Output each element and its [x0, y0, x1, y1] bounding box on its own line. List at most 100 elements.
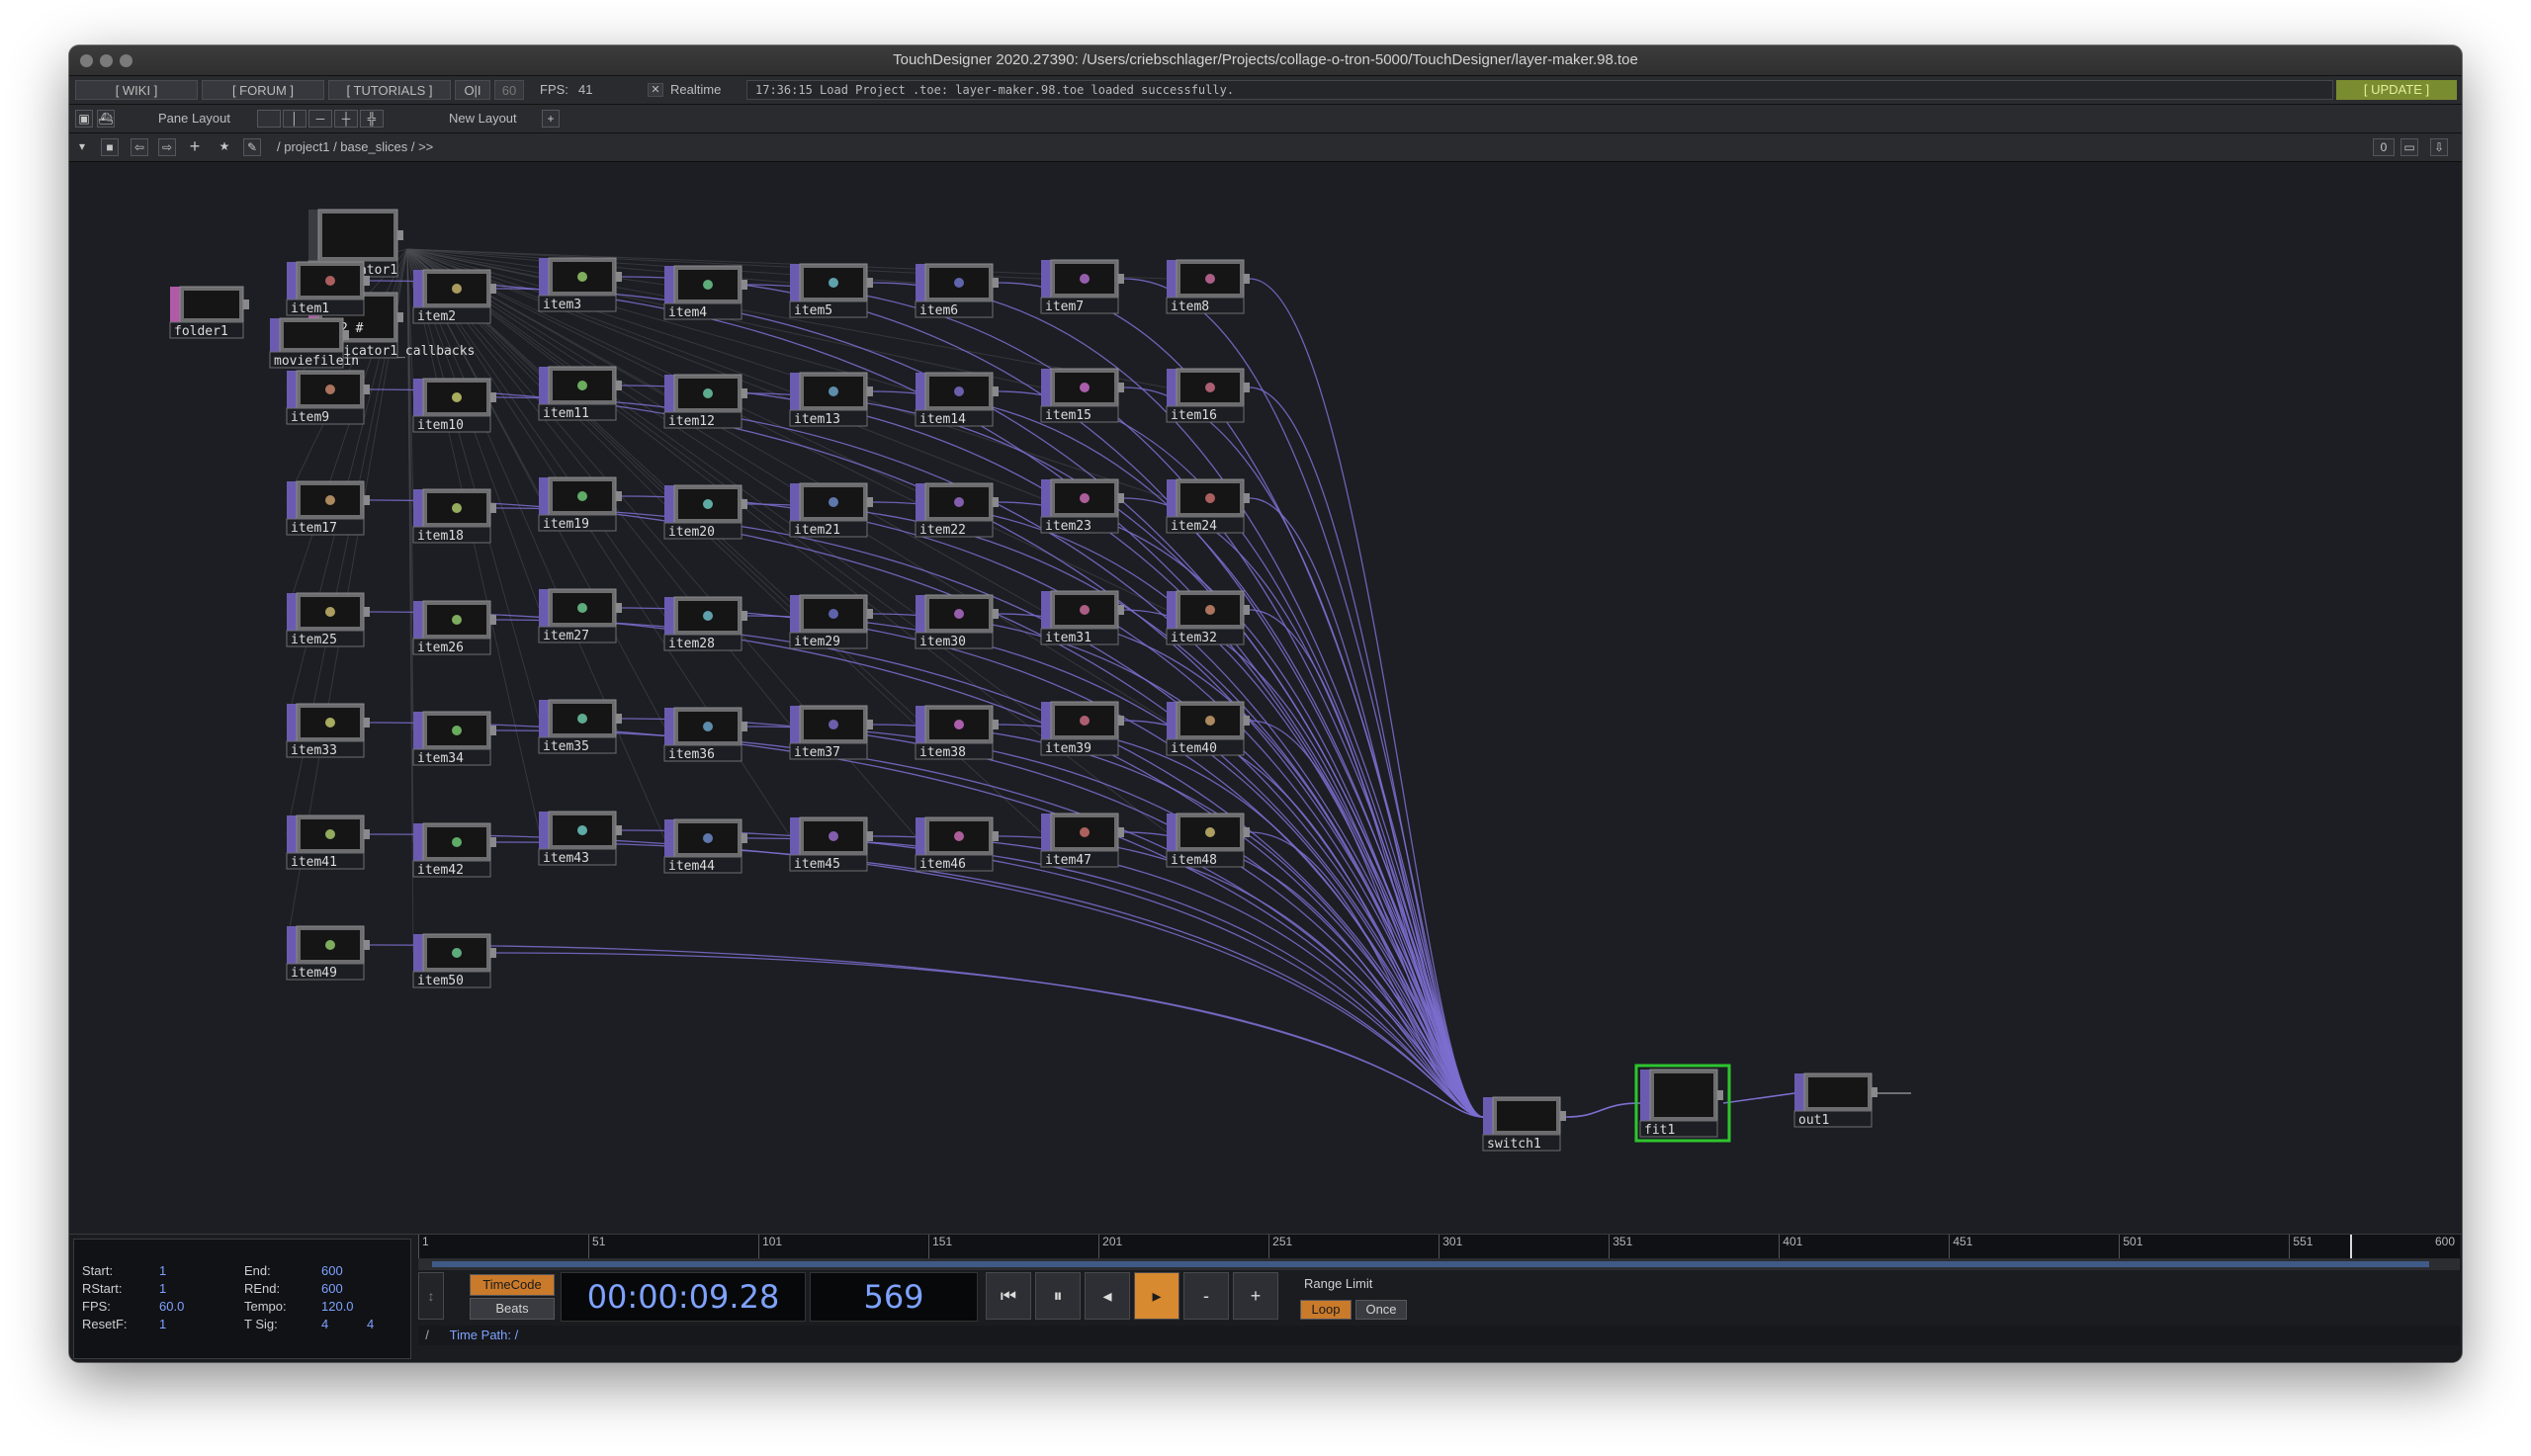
- item-node-output-connector[interactable]: [490, 284, 496, 294]
- item-node[interactable]: item22: [915, 482, 999, 538]
- item-node-output-connector[interactable]: [867, 278, 873, 288]
- item-node-output-connector[interactable]: [742, 280, 747, 290]
- item-node[interactable]: item6: [915, 263, 999, 318]
- item-node[interactable]: item26: [412, 600, 496, 655]
- realtime-checkbox[interactable]: ✕: [648, 83, 663, 97]
- item-node[interactable]: item31: [1040, 590, 1124, 645]
- item-node[interactable]: item37: [789, 705, 873, 760]
- item-node-output-connector[interactable]: [490, 615, 496, 625]
- fit-node[interactable]: fit1: [1634, 1064, 1731, 1143]
- item-node-output-connector[interactable]: [867, 831, 873, 841]
- download-icon[interactable]: ⇩: [2430, 138, 2448, 156]
- folder-node[interactable]: folder1: [169, 286, 249, 339]
- item-node[interactable]: item35: [538, 699, 622, 754]
- timeline-scrollbar[interactable]: [418, 1258, 2460, 1270]
- item-node[interactable]: item11: [538, 366, 622, 421]
- item-node[interactable]: item12: [663, 374, 747, 429]
- item-node-output-connector[interactable]: [490, 948, 496, 958]
- item-node-output-connector[interactable]: [616, 603, 622, 613]
- layout-quad-icon[interactable]: ╬: [360, 110, 384, 128]
- item-node[interactable]: item27: [538, 588, 622, 643]
- item-node-output-connector[interactable]: [742, 388, 747, 398]
- item-node-output-connector[interactable]: [1118, 605, 1124, 615]
- timeline-ruler[interactable]: 1 51 101 151 201 251 301 351 401 451 501 551 600: [418, 1235, 2460, 1259]
- chevron-down-icon[interactable]: ▾: [73, 138, 91, 156]
- layout-split-vertical-icon[interactable]: │: [283, 110, 306, 128]
- item-node-output-connector[interactable]: [993, 831, 999, 841]
- item-node-output-connector[interactable]: [364, 607, 370, 617]
- item-node-output-connector[interactable]: [616, 491, 622, 501]
- loop-button[interactable]: Loop: [1300, 1300, 1352, 1320]
- item-node[interactable]: item17: [286, 480, 370, 536]
- frame-display[interactable]: 569: [810, 1272, 978, 1322]
- star-icon[interactable]: ★: [216, 138, 233, 156]
- item-node[interactable]: item16: [1166, 368, 1250, 423]
- item-node[interactable]: item36: [663, 707, 747, 762]
- item-node-output-connector[interactable]: [867, 386, 873, 396]
- item-node-output-connector[interactable]: [490, 726, 496, 735]
- moviefilein-node-output-connector[interactable]: [343, 330, 349, 340]
- counter-field[interactable]: 0: [2373, 138, 2395, 156]
- oi-button[interactable]: O|I: [455, 80, 490, 100]
- switch-node[interactable]: switch1: [1482, 1096, 1566, 1152]
- item-node[interactable]: item2: [412, 269, 496, 324]
- item-node[interactable]: item7: [1040, 259, 1124, 314]
- item-node[interactable]: item40: [1166, 701, 1250, 756]
- item-node-output-connector[interactable]: [993, 497, 999, 507]
- item-node[interactable]: item49: [286, 925, 370, 981]
- item-node[interactable]: item46: [915, 816, 999, 872]
- item-node-output-connector[interactable]: [1118, 493, 1124, 503]
- item-node-output-connector[interactable]: [490, 837, 496, 847]
- item-node[interactable]: item3: [538, 257, 622, 312]
- item-node[interactable]: item34: [412, 711, 496, 766]
- item-node[interactable]: item42: [412, 822, 496, 878]
- item-node[interactable]: item15: [1040, 368, 1124, 423]
- item-node[interactable]: item50: [412, 933, 496, 988]
- play-forward-button[interactable]: ▸: [1134, 1272, 1179, 1320]
- fps-setting-value[interactable]: 60.0: [159, 1299, 184, 1314]
- item-node-output-connector[interactable]: [1118, 827, 1124, 837]
- item-node-output-connector[interactable]: [867, 720, 873, 729]
- rewind-button[interactable]: ⏮: [986, 1272, 1031, 1320]
- item-node[interactable]: item45: [789, 816, 873, 872]
- operator-nodes[interactable]: replicator11 #2 #replicator1_callbacksfo…: [169, 209, 1877, 1152]
- item-node-output-connector[interactable]: [364, 385, 370, 394]
- pause-button[interactable]: ⏸: [1035, 1272, 1081, 1320]
- item-node-output-connector[interactable]: [993, 278, 999, 288]
- rend-value[interactable]: 600: [321, 1281, 343, 1296]
- forward-icon[interactable]: ⇨: [158, 138, 176, 156]
- item-node-output-connector[interactable]: [742, 499, 747, 509]
- item-node[interactable]: item44: [663, 818, 747, 874]
- network-canvas[interactable]: replicator11 #2 #replicator1_callbacksfo…: [69, 162, 2462, 1234]
- item-node-output-connector[interactable]: [1244, 605, 1250, 615]
- update-button[interactable]: [ UPDATE ]: [2336, 80, 2457, 100]
- item-node-output-connector[interactable]: [364, 829, 370, 839]
- item-node-output-connector[interactable]: [993, 720, 999, 729]
- time-settings-panel[interactable]: Start: 1 End: 600 RStart: 1 REnd: 600 FP…: [73, 1239, 411, 1359]
- item-node[interactable]: item38: [915, 705, 999, 760]
- item-node[interactable]: item28: [663, 596, 747, 651]
- resetf-value[interactable]: 1: [159, 1317, 166, 1331]
- item-node[interactable]: item43: [538, 811, 622, 866]
- network-path[interactable]: / project1 / base_slices / >>: [277, 137, 433, 157]
- out-node-output-connector[interactable]: [1872, 1087, 1877, 1097]
- start-value[interactable]: 1: [159, 1263, 166, 1278]
- out-node[interactable]: out1: [1793, 1072, 1877, 1128]
- item-node[interactable]: item25: [286, 592, 370, 647]
- item-node[interactable]: item18: [412, 488, 496, 544]
- timecode-display[interactable]: 00:00:09.28: [561, 1272, 806, 1322]
- layout-three-icon[interactable]: ┼: [334, 110, 358, 128]
- item-node[interactable]: item21: [789, 482, 873, 538]
- replicator-node-output-connector[interactable]: [397, 230, 403, 240]
- item-node-output-connector[interactable]: [993, 386, 999, 396]
- item-node[interactable]: item47: [1040, 813, 1124, 868]
- fit-node-output-connector[interactable]: [1717, 1090, 1723, 1100]
- timeline-collapse-button[interactable]: ↕: [418, 1272, 444, 1320]
- item-node-output-connector[interactable]: [1244, 716, 1250, 726]
- replicator-callbacks-node-output-connector[interactable]: [397, 312, 403, 322]
- item-node-output-connector[interactable]: [364, 940, 370, 950]
- edit-icon[interactable]: ✎: [243, 138, 261, 156]
- item-node-output-connector[interactable]: [490, 503, 496, 513]
- palette-icon[interactable]: ⛴: [97, 110, 115, 128]
- item-node[interactable]: item23: [1040, 478, 1124, 534]
